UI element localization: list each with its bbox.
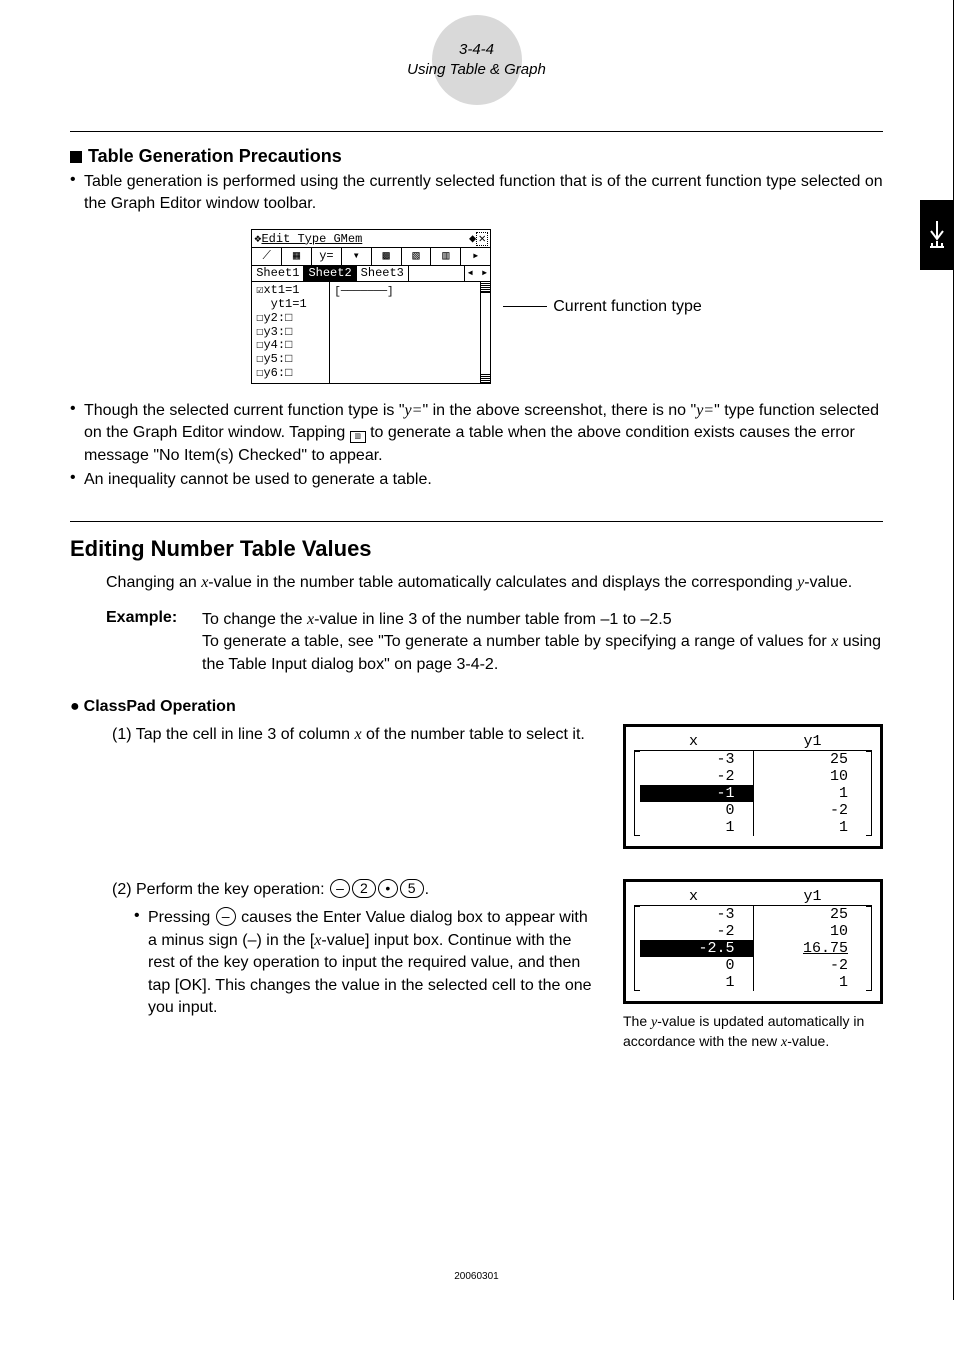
- example-label: Example:: [106, 609, 202, 676]
- sheet-tab-1: Sheet1: [252, 266, 304, 281]
- section2-intro: Changing an x-value in the number table …: [106, 572, 883, 594]
- key-dot: •: [378, 879, 398, 898]
- table-icon: ▥: [350, 431, 366, 443]
- section1-bullet3: An inequality cannot be used to generate…: [84, 469, 883, 491]
- toolbar-icon-6: ▥: [431, 248, 461, 265]
- operation-heading: ●ClassPad Operation: [70, 698, 883, 716]
- footer-date: 20060301: [0, 1271, 953, 1282]
- scrollbar: [480, 282, 490, 383]
- step2-detail: Pressing – causes the Enter Value dialog…: [148, 907, 593, 1019]
- example-line1: To change the x-value in line 3 of the n…: [202, 609, 883, 631]
- step1-text: (1) Tap the cell in line 3 of column x o…: [112, 724, 593, 746]
- key-5: 5: [400, 879, 424, 898]
- toolbar-icon-1: ⟋: [252, 248, 282, 265]
- example-line2: To generate a table, see "To generate a …: [202, 631, 883, 676]
- table-caption: The y-value is updated automatically in …: [623, 1012, 883, 1052]
- toolbar-more-icon: ▸: [461, 248, 490, 265]
- sheet-tab-2: Sheet2: [304, 266, 356, 281]
- toolbar-dropdown-icon: ▾: [342, 248, 372, 265]
- header-section: Using Table & Graph: [367, 60, 587, 80]
- key-neg-inline: –: [216, 907, 236, 926]
- header-chapter: 3-4-4: [367, 40, 587, 60]
- toolbar-icon-5: ▧: [402, 248, 432, 265]
- function-list: ☑xt1=1 yt1=1 ☐y2:□ ☐y3:□ ☐y4:□ ☐y5:□ ☐y6…: [252, 282, 330, 383]
- section1-title: Table Generation Precautions: [70, 146, 883, 167]
- figure-callout: Current function type: [503, 298, 702, 316]
- close-icon: ✕: [476, 232, 488, 246]
- number-table-before: xy1 -325 -210 -11 0-2 11: [623, 724, 883, 849]
- page-header-badge: 3-4-4 Using Table & Graph: [367, 40, 587, 81]
- step2-text: (2) Perform the key operation: –2•5.: [112, 879, 593, 901]
- toolbar-icon-4: ▩: [372, 248, 402, 265]
- toolbar-y-equals: y=: [312, 248, 342, 265]
- sheet-tabs-scroll: ◂ ▸: [464, 266, 491, 281]
- section2-title: Editing Number Table Values: [70, 536, 883, 562]
- key-neg: –: [330, 879, 350, 898]
- sheet-tab-3: Sheet3: [357, 266, 409, 281]
- number-table-after: xy1 -325 -210 -2.516.75 0-2 11: [623, 879, 883, 1004]
- graph-editor-screenshot: ❖ Edit Type GMem ◆ ✕ ⟋ ▦ y= ▾ ▩ ▧ ▥ ▸ Sh…: [251, 229, 491, 384]
- section1-bullet2: Though the selected current function typ…: [84, 400, 883, 467]
- check-icon: ❖: [254, 231, 261, 246]
- section1-bullet1: Table generation is performed using the …: [84, 171, 883, 216]
- toolbar-icon-2: ▦: [282, 248, 312, 265]
- key-2: 2: [352, 879, 376, 898]
